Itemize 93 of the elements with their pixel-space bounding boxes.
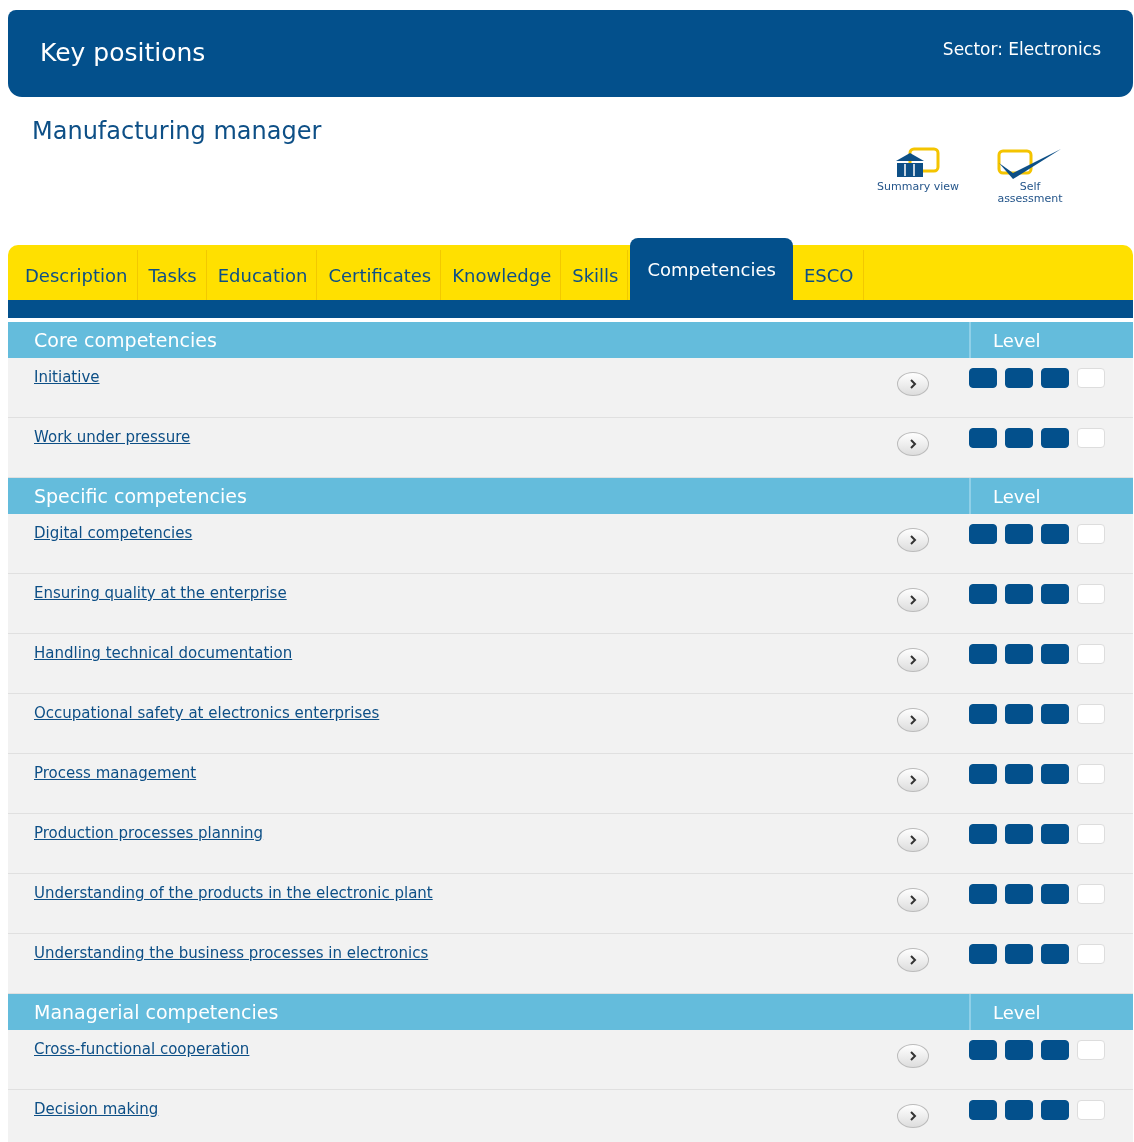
level-square — [969, 764, 997, 784]
chevron-right-icon — [909, 955, 917, 965]
level-square — [969, 368, 997, 388]
level-square — [969, 884, 997, 904]
competency-link[interactable]: Understanding the business processes in electronics — [34, 944, 897, 962]
tab[interactable]: Competencies — [630, 238, 793, 300]
level-square — [1041, 764, 1069, 784]
expand-button[interactable] — [897, 828, 929, 852]
level-square — [1077, 1100, 1105, 1120]
position-title: Manufacturing manager — [32, 117, 322, 145]
level-square — [1005, 704, 1033, 724]
competency-link[interactable]: Production processes planning — [34, 824, 897, 842]
chevron-right-icon — [909, 1111, 917, 1121]
competency-link[interactable]: Ensuring quality at the enterprise — [34, 584, 897, 602]
level-square — [1041, 884, 1069, 904]
level-square — [1005, 644, 1033, 664]
level-square — [969, 644, 997, 664]
level-square — [969, 524, 997, 544]
level-square — [1005, 524, 1033, 544]
expand-button[interactable] — [897, 528, 929, 552]
expand-button[interactable] — [897, 708, 929, 732]
level-square — [969, 1040, 997, 1060]
level-square — [1005, 428, 1033, 448]
level-square — [1041, 824, 1069, 844]
competency-link[interactable]: Cross-functional cooperation — [34, 1040, 897, 1058]
expand-button[interactable] — [897, 432, 929, 456]
level-square — [1041, 704, 1069, 724]
expand-button[interactable] — [897, 888, 929, 912]
level-square — [1041, 1040, 1069, 1060]
competency-link[interactable]: Occupational safety at electronics enterprises — [34, 704, 897, 722]
section-title: Specific competencies — [33, 485, 248, 507]
level-square — [1077, 944, 1105, 964]
chevron-right-icon — [909, 655, 917, 665]
sector-label: Sector: Electronics — [942, 38, 1101, 59]
level-square — [1041, 428, 1069, 448]
section-title: Core competencies — [33, 329, 218, 351]
competency-link[interactable]: Work under pressure — [34, 428, 897, 446]
level-square — [1005, 944, 1033, 964]
level-square — [1077, 644, 1105, 664]
chevron-right-icon — [909, 595, 917, 605]
chevron-right-icon — [909, 835, 917, 845]
level-square — [1041, 584, 1069, 604]
section-title: Managerial competencies — [33, 1001, 280, 1023]
level-square — [1041, 1100, 1069, 1120]
competency-link[interactable]: Handling technical documentation — [34, 644, 897, 662]
level-square — [1005, 584, 1033, 604]
chevron-right-icon — [909, 775, 917, 785]
level-square — [1005, 884, 1033, 904]
level-square — [1077, 824, 1105, 844]
chevron-right-icon — [909, 715, 917, 725]
level-square — [1005, 368, 1033, 388]
chevron-right-icon — [909, 379, 917, 389]
expand-button[interactable] — [897, 948, 929, 972]
level-square — [1041, 368, 1069, 388]
chevron-right-icon — [909, 535, 917, 545]
level-square — [1005, 1100, 1033, 1120]
level-square — [1005, 1040, 1033, 1060]
level-square — [1077, 704, 1105, 724]
level-square — [1005, 824, 1033, 844]
level-square — [969, 1100, 997, 1120]
level-square — [1041, 944, 1069, 964]
level-square — [1077, 524, 1105, 544]
level-square — [969, 584, 997, 604]
level-square — [1077, 764, 1105, 784]
competency-link[interactable]: Process management — [34, 764, 897, 782]
expand-button[interactable] — [897, 1104, 929, 1128]
summary-view-link[interactable]: Summary view — [875, 147, 961, 205]
level-square — [969, 428, 997, 448]
expand-button[interactable] — [897, 768, 929, 792]
expand-button[interactable] — [897, 648, 929, 672]
level-square — [1005, 764, 1033, 784]
level-square — [969, 824, 997, 844]
self-assessment-link[interactable]: Self assessment — [987, 147, 1073, 205]
level-square — [1077, 428, 1105, 448]
competency-link[interactable]: Understanding of the products in the electronic plant — [34, 884, 897, 902]
level-square — [969, 704, 997, 724]
chevron-right-icon — [909, 1051, 917, 1061]
expand-button[interactable] — [897, 1044, 929, 1068]
level-square — [1077, 584, 1105, 604]
competency-link[interactable]: Decision making — [34, 1100, 897, 1118]
level-square — [969, 944, 997, 964]
competency-link[interactable]: Initiative — [34, 368, 897, 386]
chevron-right-icon — [909, 439, 917, 449]
level-square — [1077, 1040, 1105, 1060]
expand-button[interactable] — [897, 372, 929, 396]
level-square — [1041, 524, 1069, 544]
competency-link[interactable]: Digital competencies — [34, 524, 897, 542]
chevron-right-icon — [909, 895, 917, 905]
expand-button[interactable] — [897, 588, 929, 612]
level-square — [1077, 884, 1105, 904]
level-square — [1077, 368, 1105, 388]
page-title: Key positions — [40, 38, 206, 67]
level-square — [1041, 644, 1069, 664]
